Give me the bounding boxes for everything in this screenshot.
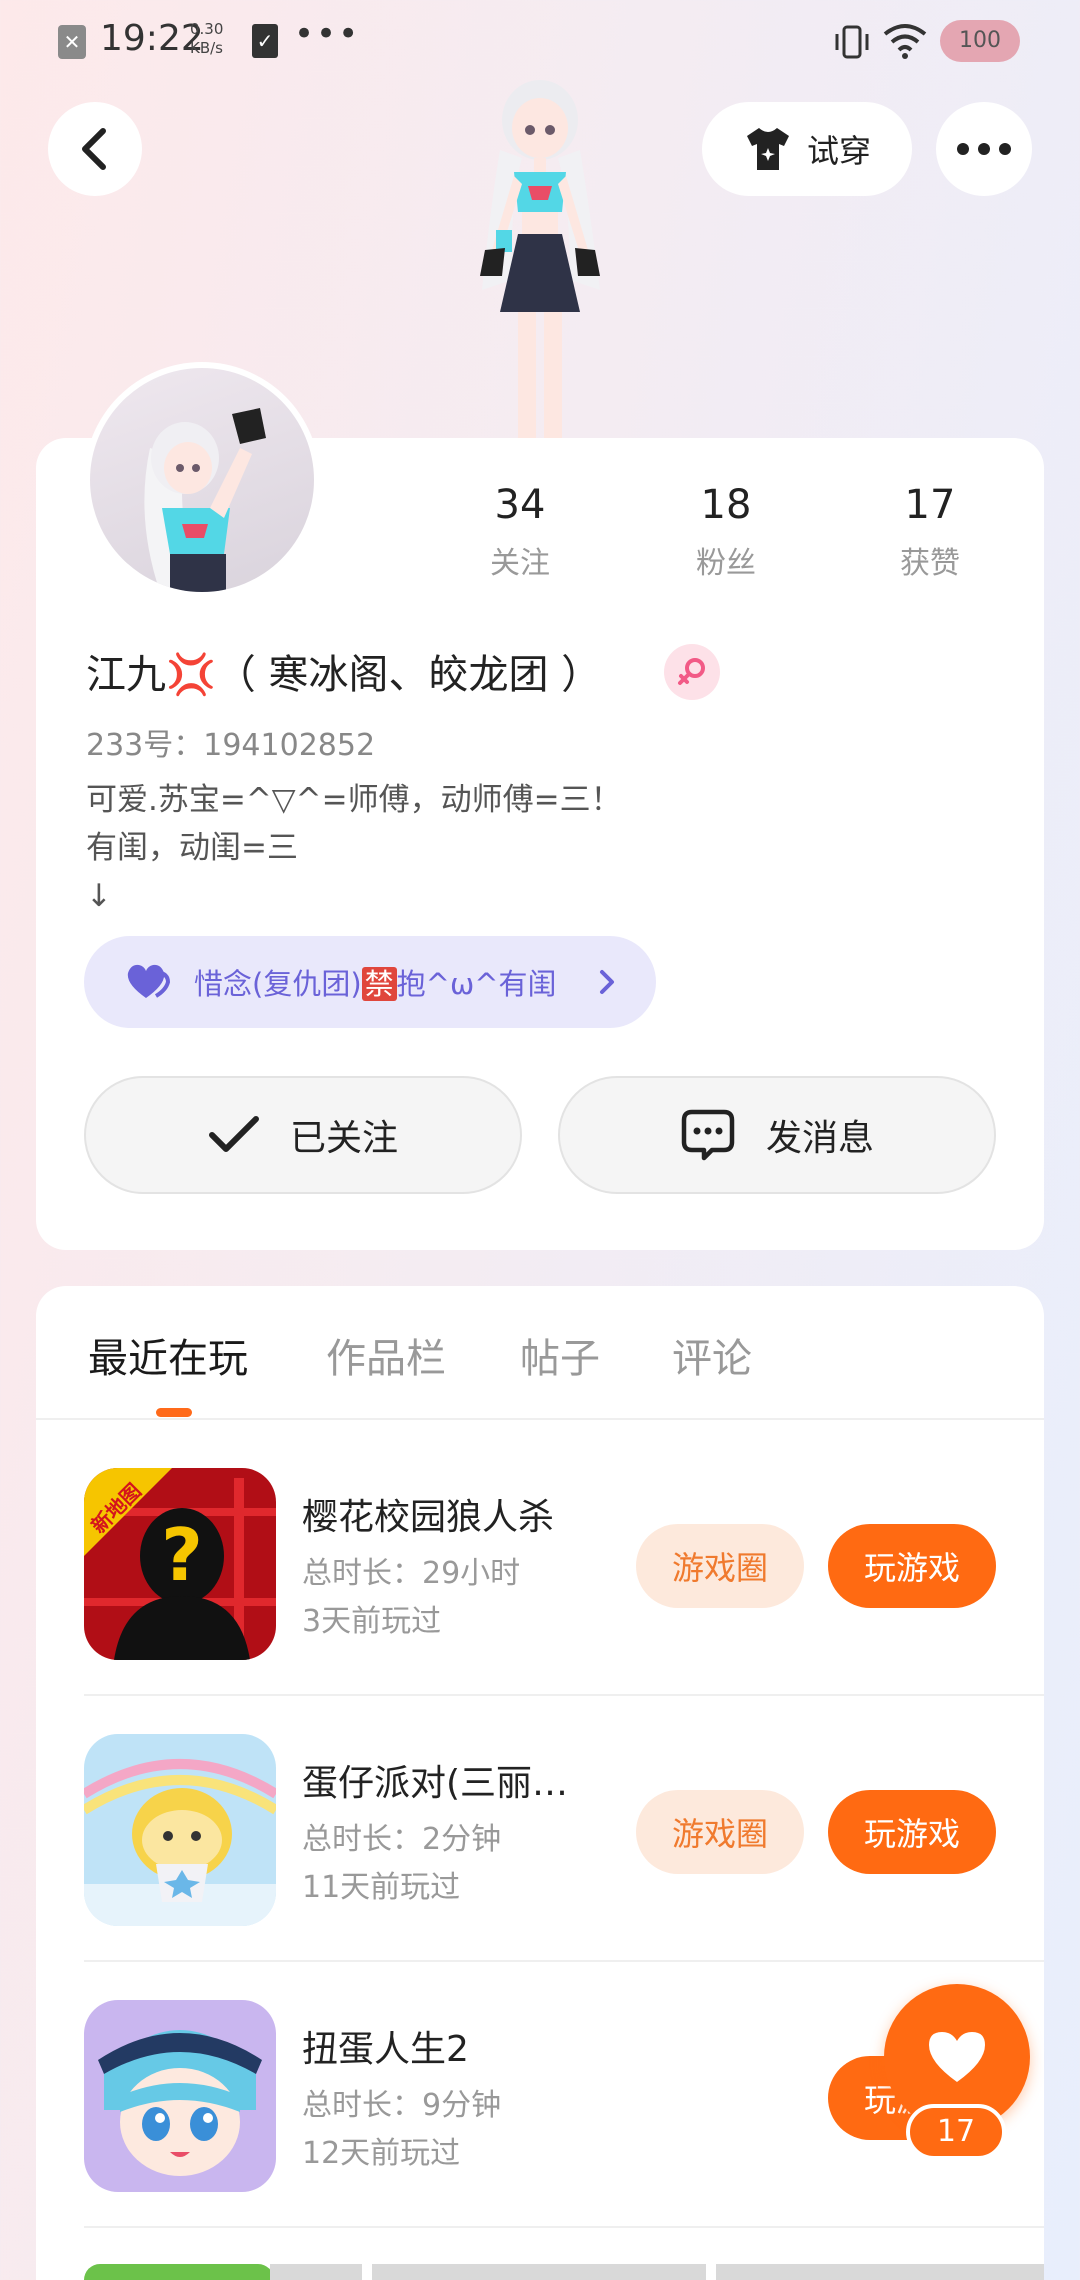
followed-button[interactable]: 已关注 bbox=[84, 1076, 522, 1194]
user-id: 233号：194102852 bbox=[86, 728, 376, 763]
battery-indicator: 100 bbox=[940, 20, 1020, 62]
list-item[interactable]: ? 新地图 樱花校园狼人杀 总时长：29小时 3天前玩过 游戏圈 玩游戏 bbox=[84, 1468, 1044, 1664]
club-name-suffix: 抱^ω^有闺 bbox=[396, 967, 557, 1001]
game-last-played: 3天前玩过 bbox=[302, 1604, 442, 1639]
row-divider bbox=[84, 1960, 1044, 1962]
following-label: 关注 bbox=[490, 546, 550, 581]
chevron-right-icon bbox=[600, 970, 614, 994]
tab-recently-played[interactable]: 最近在玩 bbox=[88, 1326, 248, 1384]
send-message-label: 发消息 bbox=[765, 1118, 874, 1159]
club-banner[interactable]: 惜念(复仇团) 禁抱^ω^有闺 bbox=[84, 936, 656, 1028]
tshirt-icon bbox=[746, 128, 789, 170]
next-row-peek bbox=[372, 2264, 706, 2280]
tab-posts[interactable]: 帖子 bbox=[520, 1326, 600, 1384]
gender-badge bbox=[664, 644, 720, 700]
tab-works[interactable]: 作品栏 bbox=[326, 1326, 446, 1384]
female-icon bbox=[678, 658, 705, 685]
game-last-played: 12天前玩过 bbox=[302, 2136, 461, 2171]
followed-label: 已关注 bbox=[289, 1118, 398, 1159]
character-figure-image bbox=[480, 80, 600, 440]
profile-bio: 可爱.苏宝=^▽^=师傅，动师傅=三！ 有闺，动闺=三 ↓ bbox=[86, 782, 622, 914]
fans-label: 粉丝 bbox=[696, 546, 756, 581]
game-circle-button[interactable]: 游戏圈 bbox=[636, 1524, 804, 1608]
heart-icon bbox=[127, 964, 171, 998]
row-divider bbox=[84, 2226, 1044, 2228]
list-item[interactable]: 蛋仔派对(三丽… 总时长：2分钟 11天前玩过 游戏圈 玩游戏 bbox=[84, 1734, 1044, 1930]
wifi-icon bbox=[883, 24, 927, 59]
game-icon-image bbox=[84, 2000, 276, 2192]
tab-comments[interactable]: 评论 bbox=[672, 1326, 752, 1384]
club-name-prefix: 惜念(复仇团) bbox=[194, 967, 362, 1001]
club-name: 惜念(复仇团) 禁抱^ω^有闺 bbox=[194, 961, 557, 1003]
network-speed: 0.30 KB/s bbox=[190, 20, 230, 58]
try-on-label: 试穿 bbox=[806, 132, 871, 170]
stat-fans[interactable]: 18 粉丝 bbox=[646, 482, 806, 582]
notification-x-icon: ✕ bbox=[58, 25, 86, 59]
game-title: 扭蛋人生2 bbox=[302, 2029, 469, 2070]
task-check-icon: ✓ bbox=[252, 24, 278, 58]
like-count-badge: 17 bbox=[906, 2104, 1006, 2160]
fans-count: 18 bbox=[700, 482, 752, 528]
status-bar: ✕ 19:22 0.30 KB/s ✓ ••• 100 bbox=[0, 0, 1080, 84]
game-icon bbox=[84, 2000, 276, 2192]
send-message-button[interactable]: 发消息 bbox=[558, 1076, 996, 1194]
try-on-button[interactable]: 试穿 bbox=[702, 102, 912, 196]
game-duration: 总时长：9分钟 bbox=[302, 2088, 502, 2123]
next-row-peek bbox=[716, 2264, 1044, 2280]
profile-name: 江九💢（ 寒冰阁、皎龙团 ） bbox=[86, 652, 602, 698]
svg-text:?: ? bbox=[161, 1513, 203, 1597]
game-title: 蛋仔派对(三丽… bbox=[302, 1763, 569, 1804]
back-button[interactable] bbox=[48, 102, 142, 196]
following-count: 34 bbox=[494, 482, 546, 528]
tabs-divider bbox=[36, 1418, 1044, 1420]
likes-count: 17 bbox=[904, 482, 956, 528]
check-icon bbox=[208, 1116, 259, 1152]
play-game-button[interactable]: 玩游戏 bbox=[828, 1524, 996, 1608]
next-game-icon-peek bbox=[84, 2264, 274, 2280]
more-button[interactable] bbox=[936, 102, 1032, 196]
game-duration: 总时长：2分钟 bbox=[302, 1822, 502, 1857]
stat-following[interactable]: 34 关注 bbox=[440, 482, 600, 582]
more-icon bbox=[957, 143, 1011, 155]
play-game-button[interactable]: 玩游戏 bbox=[828, 1790, 996, 1874]
game-circle-button[interactable]: 游戏圈 bbox=[636, 1790, 804, 1874]
next-row-peek bbox=[270, 2264, 362, 2280]
stat-likes[interactable]: 17 获赞 bbox=[850, 482, 1010, 582]
status-more-icon: ••• bbox=[294, 14, 361, 54]
game-last-played: 11天前玩过 bbox=[302, 1870, 461, 1905]
vibrate-icon bbox=[835, 25, 869, 59]
avatar-image bbox=[144, 408, 266, 592]
club-forbidden-badge: 禁 bbox=[361, 967, 397, 1001]
heart-icon bbox=[929, 2032, 985, 2082]
network-speed-value: 0.30 bbox=[190, 20, 224, 38]
network-speed-unit: KB/s bbox=[190, 39, 223, 57]
avatar[interactable] bbox=[84, 362, 320, 598]
chat-bubble-icon bbox=[681, 1109, 735, 1161]
tab-indicator bbox=[156, 1408, 192, 1417]
game-icon bbox=[84, 1734, 276, 1926]
game-duration: 总时长：29小时 bbox=[302, 1556, 521, 1591]
row-divider bbox=[84, 1694, 1044, 1696]
likes-label: 获赞 bbox=[900, 546, 960, 581]
game-icon-image bbox=[84, 1734, 276, 1926]
game-icon: ? 新地图 bbox=[84, 1468, 276, 1660]
status-time: 19:22 bbox=[100, 18, 204, 59]
chevron-left-icon bbox=[82, 128, 106, 170]
game-title: 樱花校园狼人杀 bbox=[302, 1497, 555, 1538]
